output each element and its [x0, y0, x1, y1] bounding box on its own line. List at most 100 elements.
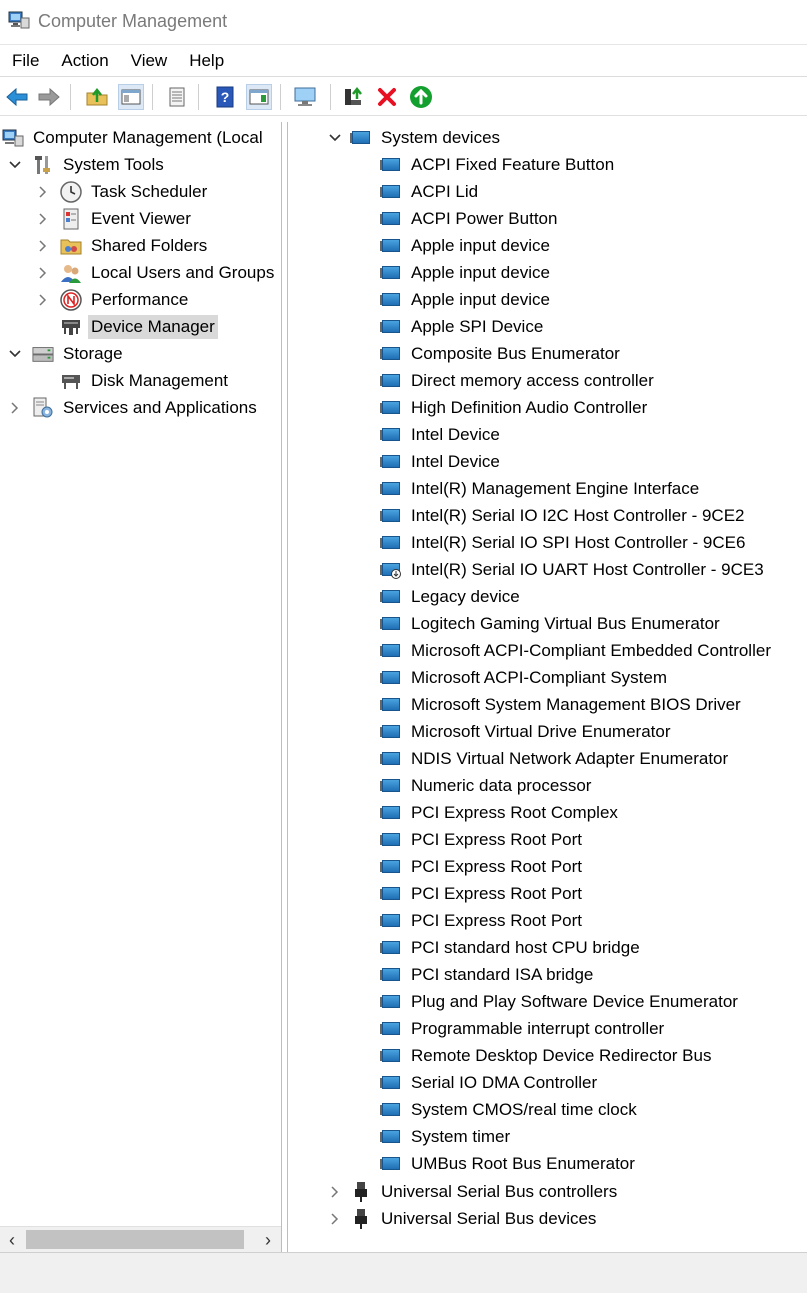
menu-bar: File Action View Help: [0, 44, 807, 77]
uninstall-icon[interactable]: [374, 84, 400, 110]
device-item[interactable]: PCI Express Root Complex: [380, 800, 621, 826]
tree-item-local-users[interactable]: Local Users and Groups: [34, 260, 277, 286]
device-item[interactable]: Composite Bus Enumerator: [380, 341, 623, 367]
system-device-icon: [380, 748, 402, 770]
scroll-left-icon[interactable]: ‹: [0, 1227, 24, 1252]
category-system-devices[interactable]: System devices: [326, 125, 503, 151]
services-icon: [32, 397, 54, 419]
tree-item-device-manager[interactable]: Device Manager: [34, 314, 218, 340]
tree-root[interactable]: Computer Management (Local: [2, 125, 266, 151]
device-item[interactable]: UMBus Root Bus Enumerator: [380, 1151, 638, 1177]
menu-action[interactable]: Action: [50, 45, 119, 76]
device-item[interactable]: ACPI Lid: [380, 179, 481, 205]
chevron-down-icon[interactable]: [6, 341, 24, 367]
show-hide-action-pane-icon[interactable]: [246, 84, 272, 110]
tree-item-shared-folders[interactable]: Shared Folders: [34, 233, 210, 259]
device-item[interactable]: Microsoft ACPI-Compliant Embedded Contro…: [380, 638, 774, 664]
category-usb-controllers[interactable]: Universal Serial Bus controllers: [326, 1179, 620, 1205]
tree-label: System Tools: [63, 155, 164, 174]
help-icon[interactable]: ?: [212, 84, 238, 110]
device-item[interactable]: Serial IO DMA Controller: [380, 1070, 600, 1096]
device-item[interactable]: Programmable interrupt controller: [380, 1016, 667, 1042]
chevron-right-icon[interactable]: [34, 260, 52, 286]
menu-file[interactable]: File: [0, 45, 50, 76]
chevron-right-icon[interactable]: [6, 395, 24, 421]
device-item[interactable]: Numeric data processor: [380, 773, 594, 799]
device-item[interactable]: Intel(R) Management Engine Interface: [380, 476, 702, 502]
device-label: ACPI Fixed Feature Button: [411, 155, 615, 174]
device-label: Intel Device: [411, 425, 500, 444]
device-item[interactable]: PCI standard host CPU bridge: [380, 935, 643, 961]
device-item[interactable]: Microsoft Virtual Drive Enumerator: [380, 719, 674, 745]
update-driver-icon[interactable]: [340, 84, 366, 110]
enable-device-icon[interactable]: [408, 84, 434, 110]
system-device-icon: [380, 883, 402, 905]
device-item[interactable]: Logitech Gaming Virtual Bus Enumerator: [380, 611, 723, 637]
tree-item-event-viewer[interactable]: Event Viewer: [34, 206, 194, 232]
device-label: Microsoft Virtual Drive Enumerator: [411, 722, 671, 741]
device-item[interactable]: Microsoft System Management BIOS Driver: [380, 692, 744, 718]
device-item[interactable]: ACPI Power Button: [380, 206, 560, 232]
device-item[interactable]: Direct memory access controller: [380, 368, 657, 394]
category-usb-devices[interactable]: Universal Serial Bus devices: [326, 1206, 599, 1232]
device-label: Composite Bus Enumerator: [411, 344, 620, 363]
device-item[interactable]: Microsoft ACPI-Compliant System: [380, 665, 670, 691]
system-device-icon: [380, 1153, 402, 1175]
show-hide-tree-icon[interactable]: [118, 84, 144, 110]
device-item[interactable]: Intel(R) Serial IO I2C Host Controller -…: [380, 503, 748, 529]
system-device-icon: [380, 586, 402, 608]
device-item[interactable]: Intel Device: [380, 422, 503, 448]
tree-label: Services and Applications: [63, 398, 257, 417]
device-item[interactable]: Legacy device: [380, 584, 523, 610]
tree-item-services[interactable]: Services and Applications: [6, 395, 260, 421]
up-folder-icon[interactable]: [84, 84, 110, 110]
device-item[interactable]: NDIS Virtual Network Adapter Enumerator: [380, 746, 731, 772]
device-item[interactable]: Remote Desktop Device Redirector Bus: [380, 1043, 714, 1069]
chevron-right-icon[interactable]: [34, 179, 52, 205]
menu-help[interactable]: Help: [178, 45, 235, 76]
chevron-right-icon[interactable]: [34, 287, 52, 313]
tree-item-system-tools[interactable]: System Tools: [6, 152, 167, 178]
device-item[interactable]: PCI standard ISA bridge: [380, 962, 596, 988]
device-item[interactable]: Apple SPI Device: [380, 314, 546, 340]
device-item[interactable]: Apple input device: [380, 233, 553, 259]
chevron-right-icon[interactable]: [34, 206, 52, 232]
tree-item-task-scheduler[interactable]: Task Scheduler: [34, 179, 210, 205]
device-item[interactable]: Apple input device: [380, 287, 553, 313]
device-label: UMBus Root Bus Enumerator: [411, 1154, 635, 1173]
device-item[interactable]: Plug and Play Software Device Enumerator: [380, 989, 741, 1015]
tree-item-performance[interactable]: Performance: [34, 287, 191, 313]
tree-item-disk-management[interactable]: Disk Management: [34, 368, 231, 394]
chevron-down-icon[interactable]: [326, 125, 344, 151]
device-item[interactable]: PCI Express Root Port: [380, 827, 585, 853]
device-item[interactable]: System timer: [380, 1124, 513, 1150]
chevron-right-icon[interactable]: [34, 233, 52, 259]
scrollbar-thumb[interactable]: [26, 1230, 244, 1249]
device-item[interactable]: High Definition Audio Controller: [380, 395, 650, 421]
storage-icon: [32, 343, 54, 365]
device-item[interactable]: Intel(R) Serial IO SPI Host Controller -…: [380, 530, 748, 556]
properties-icon[interactable]: [164, 84, 190, 110]
scroll-right-icon[interactable]: ›: [256, 1227, 280, 1252]
monitor-icon[interactable]: [292, 84, 318, 110]
system-device-icon: [380, 991, 402, 1013]
forward-icon[interactable]: [36, 84, 62, 110]
device-item[interactable]: ACPI Fixed Feature Button: [380, 152, 617, 178]
device-label: Programmable interrupt controller: [411, 1019, 665, 1038]
menu-view[interactable]: View: [120, 45, 179, 76]
device-item[interactable]: System CMOS/real time clock: [380, 1097, 640, 1123]
device-item[interactable]: PCI Express Root Port: [380, 881, 585, 907]
back-icon[interactable]: [4, 84, 30, 110]
device-label: PCI Express Root Port: [411, 857, 583, 876]
device-item[interactable]: Intel(R) Serial IO UART Host Controller …: [380, 557, 767, 583]
horizontal-scrollbar[interactable]: ‹ ›: [0, 1226, 281, 1252]
device-item[interactable]: PCI Express Root Port: [380, 854, 585, 880]
device-item[interactable]: Apple input device: [380, 260, 553, 286]
chevron-right-icon[interactable]: [326, 1179, 344, 1205]
device-item[interactable]: Intel Device: [380, 449, 503, 475]
chevron-down-icon[interactable]: [6, 152, 24, 178]
chevron-right-icon[interactable]: [326, 1206, 344, 1232]
device-item[interactable]: PCI Express Root Port: [380, 908, 585, 934]
system-device-icon: [380, 181, 402, 203]
tree-item-storage[interactable]: Storage: [6, 341, 126, 367]
